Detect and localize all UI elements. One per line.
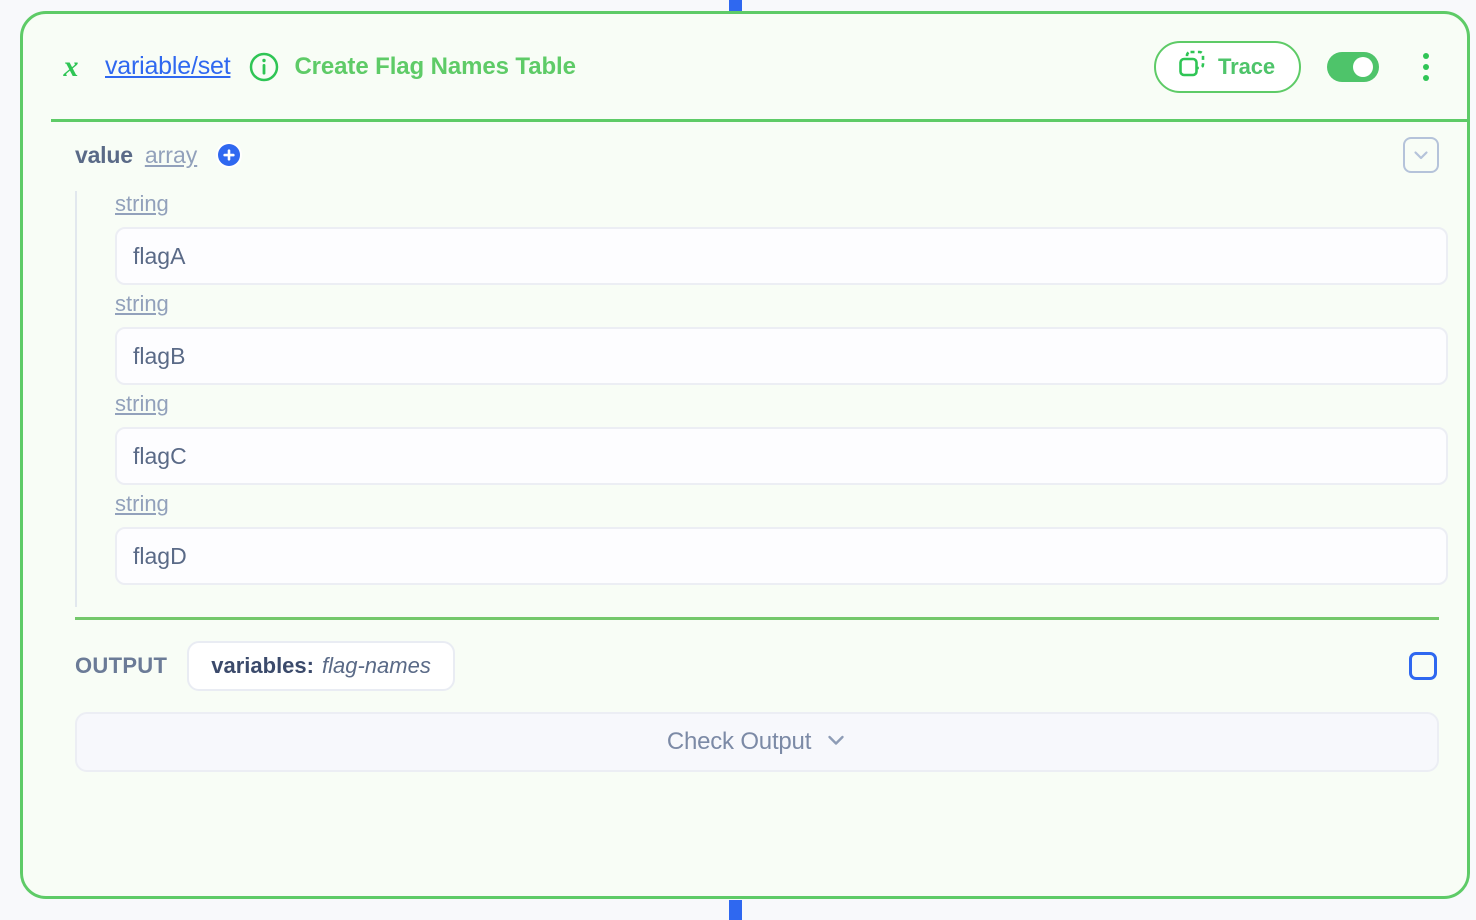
param-type-link[interactable]: array — [145, 142, 197, 169]
trace-button-label: Trace — [1218, 53, 1275, 79]
array-item-type-link[interactable]: string — [115, 491, 169, 517]
output-connector — [729, 900, 742, 920]
array-item-type-link[interactable]: string — [115, 391, 169, 417]
variable-x-icon: x — [51, 47, 91, 87]
kebab-dot — [1423, 63, 1429, 70]
svg-text:x: x — [63, 50, 79, 83]
node-header: x variable/set Create Flag Names Table T… — [23, 14, 1467, 119]
check-output-button[interactable]: Check Output — [75, 712, 1439, 772]
output-chip-value: flag-names — [321, 653, 431, 678]
array-items-list: string string string string — [75, 191, 1448, 607]
kebab-dot — [1423, 52, 1429, 59]
header-divider — [51, 119, 1467, 122]
kebab-menu-icon[interactable] — [1413, 51, 1439, 83]
node-card: x variable/set Create Flag Names Table T… — [20, 11, 1470, 899]
kebab-dot — [1423, 74, 1429, 81]
chevron-down-icon — [825, 729, 847, 756]
check-output-label: Check Output — [666, 728, 812, 755]
array-item-type-link[interactable]: string — [115, 291, 169, 317]
toggle-knob — [1353, 56, 1373, 77]
param-row-value: value array — [51, 119, 1439, 191]
output-label: OUTPUT — [75, 653, 168, 678]
output-chip-key: variables: — [211, 653, 314, 678]
array-item-input[interactable] — [115, 327, 1448, 385]
array-item-input[interactable] — [115, 427, 1448, 485]
array-item-input[interactable] — [115, 527, 1448, 585]
output-variable-chip[interactable]: variables: flag-names — [187, 641, 455, 691]
array-item: string — [115, 191, 1448, 285]
trace-button[interactable]: Trace — [1154, 40, 1301, 93]
array-item: string — [115, 291, 1448, 385]
output-checkbox[interactable] — [1409, 652, 1437, 680]
array-item: string — [115, 491, 1448, 585]
node-title: Create Flag Names Table — [294, 52, 576, 80]
plus-circle-icon[interactable] — [215, 141, 243, 169]
node-enabled-toggle[interactable] — [1327, 51, 1379, 82]
array-item: string — [115, 391, 1448, 485]
array-item-type-link[interactable]: string — [115, 191, 169, 217]
info-icon[interactable] — [248, 51, 280, 83]
node-body: value array string flagA string flagB st… — [23, 119, 1467, 772]
trace-copy-icon — [1176, 48, 1208, 85]
param-name: value — [75, 141, 133, 168]
array-item-input[interactable] — [115, 227, 1448, 285]
output-row: OUTPUT variables: flag-names — [51, 620, 1439, 712]
chevron-down-icon[interactable] — [1403, 137, 1439, 173]
node-type-link[interactable]: variable/set — [105, 52, 231, 81]
